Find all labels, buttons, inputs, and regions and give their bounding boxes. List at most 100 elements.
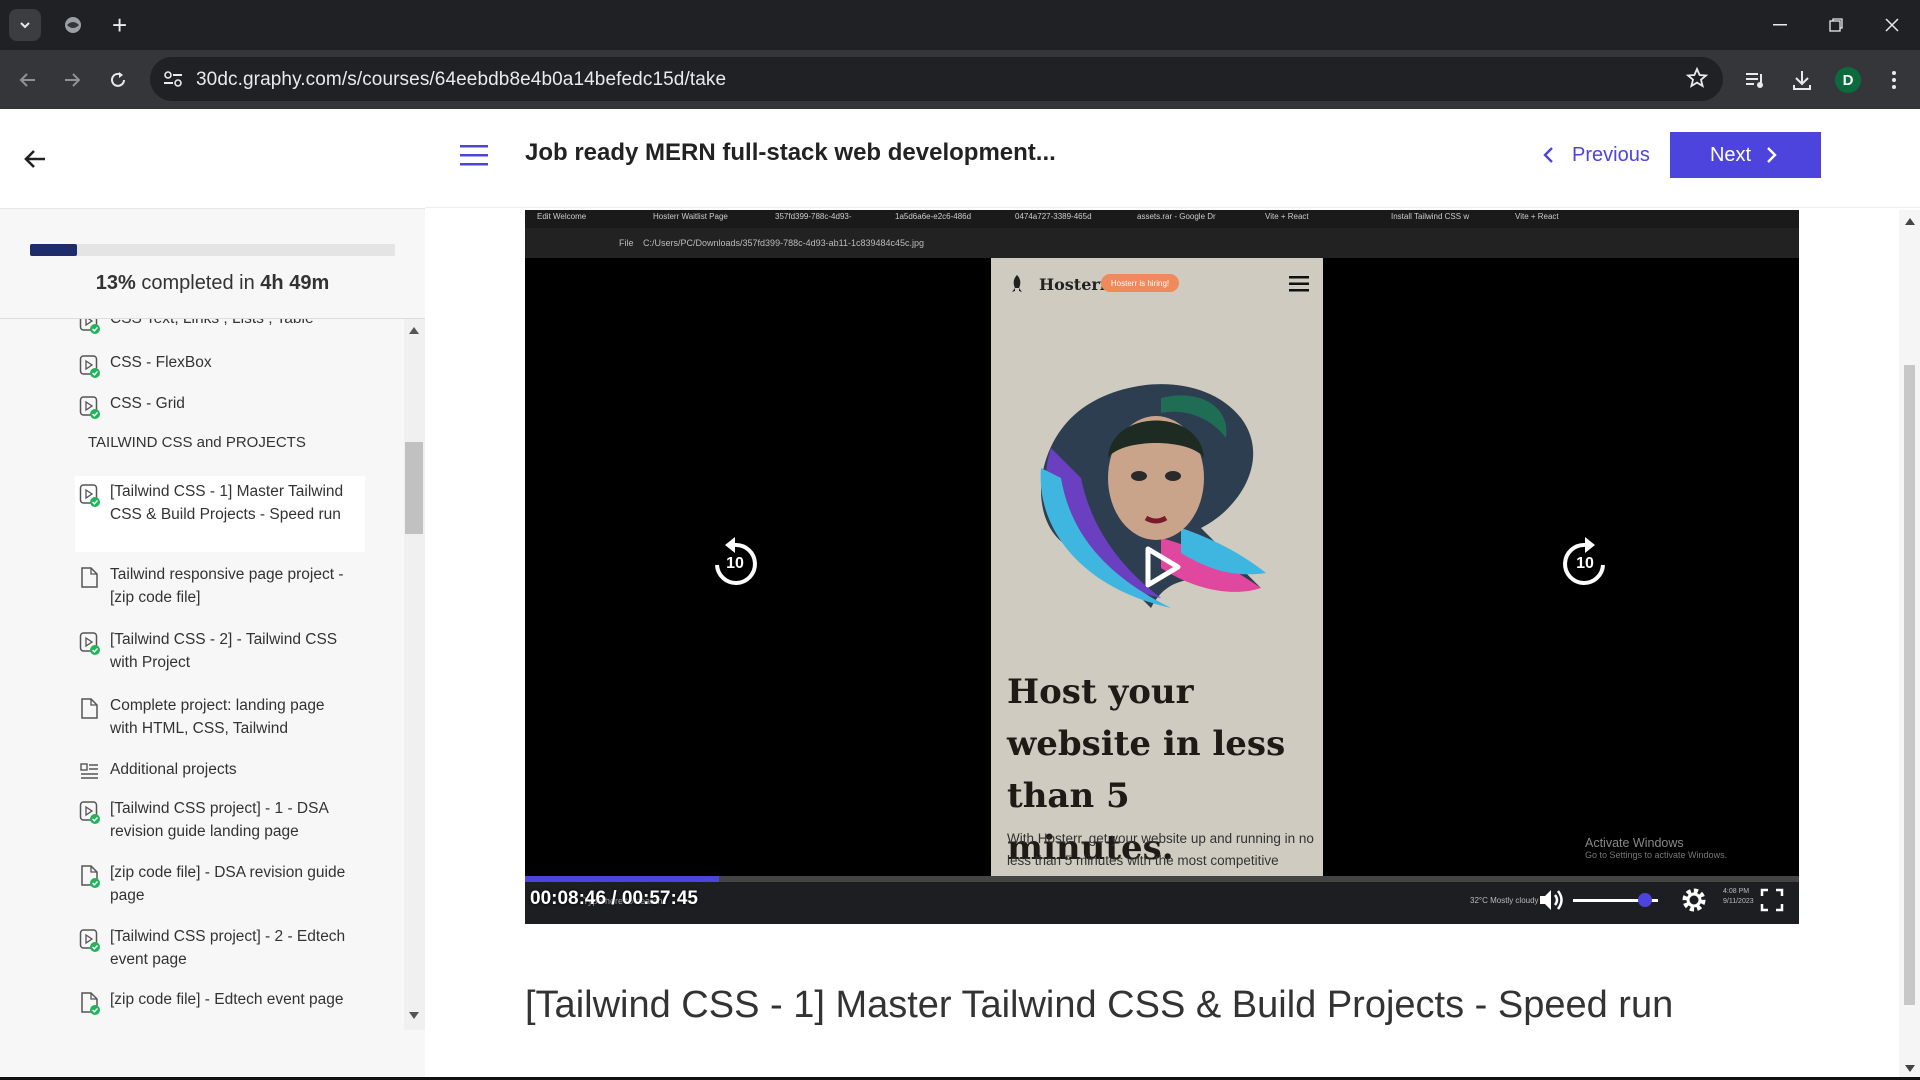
- recorded-tab: 1a5d6a6e-e2c6-486d: [895, 212, 972, 221]
- progress-time: 4h 49m: [260, 272, 330, 294]
- recorded-tab: Hosterr Waitlist Page: [653, 212, 728, 221]
- arrow-left-icon: [19, 73, 35, 87]
- minimize-button[interactable]: [1752, 0, 1808, 50]
- close-window-button[interactable]: [1864, 0, 1920, 50]
- volume-icon: [1540, 890, 1563, 910]
- player-controls-bar: Type here to search 00:08:46 / 00:57:45 …: [525, 882, 1799, 924]
- course-progress-fill: [30, 244, 78, 256]
- bookmark-star-icon[interactable]: [1685, 66, 1709, 95]
- previous-label: Previous: [1572, 143, 1650, 166]
- list-item[interactable]: Additional projects: [75, 759, 365, 783]
- list-item-label: [Tailwind CSS - 2] - Tailwind CSS with P…: [110, 631, 338, 671]
- list-item-label: [Tailwind CSS project] - 2 - Edtech even…: [110, 928, 346, 968]
- next-label: Next: [1709, 143, 1752, 166]
- reload-button[interactable]: [103, 65, 133, 95]
- recorded-badge: Hosterr is hiring!: [1101, 274, 1179, 292]
- course-progress-bar: [30, 244, 395, 256]
- scroll-down-arrow[interactable]: [409, 1012, 419, 1019]
- media-controls-icon[interactable]: [1740, 64, 1772, 96]
- video-lesson-icon: [79, 396, 100, 419]
- next-button[interactable]: Next: [1670, 132, 1821, 178]
- recorded-tab: Install Tailwind CSS w: [1391, 212, 1470, 221]
- previous-button[interactable]: Previous: [1538, 132, 1650, 178]
- course-progress-text: 13% completed in 4h 49m: [0, 272, 425, 295]
- curriculum-sidebar: 13% completed in 4h 49m CSS Text, Links …: [0, 109, 425, 1080]
- course-title: Job ready MERN full-stack web developmen…: [525, 139, 1056, 166]
- main-scroll-thumb[interactable]: [1904, 365, 1915, 1005]
- recorded-tab: Vite + React: [1515, 212, 1559, 221]
- recorded-url: C:/Users/PC/Downloads/357fd399-788c-4d93…: [643, 238, 925, 248]
- new-tab-button[interactable]: +: [112, 12, 127, 38]
- list-item[interactable]: CSS - Grid: [75, 393, 365, 419]
- recorded-address-bar: File C:/Users/PC/Downloads/357fd399-788c…: [525, 228, 1799, 258]
- site-settings-icon[interactable]: [162, 68, 184, 90]
- browser-menu-icon[interactable]: [1878, 64, 1910, 96]
- forward-10-button[interactable]: 10: [1557, 535, 1613, 591]
- hamburger-icon: [460, 145, 488, 166]
- curriculum-list: CSS Text, Links , Lists , Table CSS - Fl…: [0, 319, 425, 1030]
- video-player[interactable]: Edit Welcome Hosterr Waitlist Page 357fd…: [525, 210, 1799, 924]
- chevron-right-icon: [1767, 147, 1777, 163]
- list-item-label: Complete project: landing page with HTML…: [110, 697, 325, 737]
- list-item-active[interactable]: [Tailwind CSS - 1] Master Tailwind CSS &…: [75, 476, 365, 552]
- scroll-down-arrow[interactable]: [1905, 1065, 1915, 1072]
- list-item[interactable]: [Tailwind CSS project] - 1 - DSA revisio…: [75, 798, 365, 844]
- lesson-main: Job ready MERN full-stack web developmen…: [425, 109, 1920, 1080]
- activate-title: Activate Windows: [1585, 836, 1684, 850]
- list-item-label: Additional projects: [110, 761, 237, 778]
- sidebar-header: [0, 109, 425, 209]
- current-time: 00:08:46: [530, 888, 607, 909]
- profile-avatar[interactable]: D: [1832, 64, 1864, 96]
- fullscreen-button[interactable]: [1760, 888, 1784, 917]
- list-item[interactable]: [Tailwind CSS project] - 2 - Edtech even…: [75, 926, 365, 972]
- download-icon[interactable]: [1786, 64, 1818, 96]
- rewind-label: 10: [726, 555, 744, 572]
- menu-toggle-button[interactable]: [460, 143, 488, 172]
- recorded-weather: 32°C Mostly cloudy: [1470, 896, 1539, 905]
- file-icon: [81, 865, 100, 888]
- video-lesson-icon: [79, 801, 100, 824]
- list-item[interactable]: CSS - FlexBox: [75, 352, 365, 378]
- list-item[interactable]: Complete project: landing page with HTML…: [75, 695, 365, 741]
- progress-percent: 13%: [95, 272, 136, 294]
- rewind-10-button[interactable]: 10: [707, 535, 763, 591]
- browser-toolbar: 30dc.graphy.com/s/courses/64eebdb8e4b0a1…: [0, 50, 1920, 109]
- play-button[interactable]: [1142, 545, 1182, 594]
- duration: 00:57:45: [621, 888, 698, 909]
- globe-icon[interactable]: [62, 14, 84, 36]
- header-divider: [425, 207, 1920, 208]
- back-button[interactable]: [13, 65, 43, 95]
- tab-search-button[interactable]: [9, 9, 41, 41]
- list-item[interactable]: [Tailwind CSS - 2] - Tailwind CSS with P…: [75, 629, 365, 675]
- forward-label: 10: [1576, 555, 1594, 572]
- restore-button[interactable]: [1808, 0, 1864, 50]
- list-item-label: CSS Text, Links , Lists , Table: [110, 319, 350, 331]
- mute-button[interactable]: [1537, 886, 1565, 919]
- back-to-course-button[interactable]: [22, 146, 48, 177]
- recorded-tab: assets.rar - Google Dr: [1137, 212, 1216, 221]
- recorded-tab: 0474a727-3389-465d: [1015, 212, 1092, 221]
- sidebar-scrollbar[interactable]: [404, 319, 425, 1030]
- time-separator: /: [606, 888, 622, 909]
- main-scrollbar[interactable]: [1899, 210, 1920, 1080]
- progress-middle-text: completed in: [135, 272, 261, 294]
- list-item-label: Tailwind responsive page project - [zip …: [110, 566, 344, 606]
- recorded-clock-time: 4:08 PM: [1723, 888, 1750, 895]
- list-item[interactable]: [zip code file] - DSA revision guide pag…: [75, 862, 365, 908]
- scroll-up-arrow[interactable]: [1905, 218, 1915, 225]
- play-icon: [1145, 546, 1181, 588]
- section-title[interactable]: TAILWIND CSS and PROJECTS: [88, 434, 306, 451]
- chevron-left-icon: [1543, 147, 1553, 163]
- scroll-up-arrow[interactable]: [409, 327, 419, 334]
- address-bar[interactable]: 30dc.graphy.com/s/courses/64eebdb8e4b0a1…: [150, 57, 1723, 101]
- list-item[interactable]: [zip code file] - Edtech event page: [75, 989, 365, 1030]
- video-lesson-icon: [79, 929, 100, 952]
- forward-button[interactable]: [57, 65, 87, 95]
- volume-knob[interactable]: [1638, 893, 1653, 907]
- list-item[interactable]: CSS Text, Links , Lists , Table: [75, 319, 365, 334]
- list-item[interactable]: Tailwind responsive page project - [zip …: [75, 564, 365, 610]
- activate-subtitle: Go to Settings to activate Windows.: [1585, 850, 1728, 860]
- gear-icon: [1682, 888, 1706, 912]
- settings-button[interactable]: [1680, 886, 1708, 919]
- sidebar-scroll-thumb[interactable]: [405, 442, 423, 534]
